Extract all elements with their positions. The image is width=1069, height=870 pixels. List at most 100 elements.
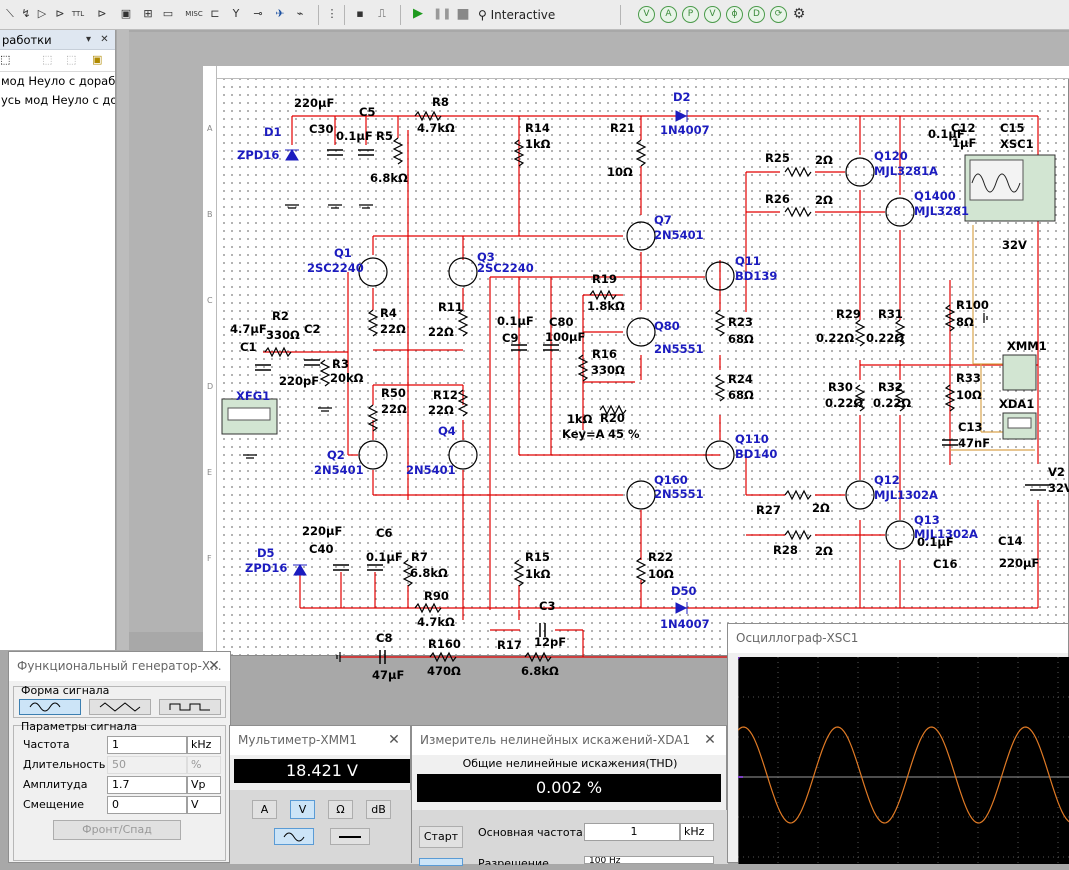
component-label[interactable]: Q120 <box>874 150 908 163</box>
component-label[interactable]: R31 <box>878 308 903 321</box>
component-label[interactable]: R23 <box>728 316 753 329</box>
component-label[interactable]: 10Ω <box>956 389 982 402</box>
component-label[interactable]: 470Ω <box>427 665 461 678</box>
rise-fall-button[interactable]: Фронт/Спад <box>53 820 181 840</box>
component-label[interactable]: R15 <box>525 551 550 564</box>
component-label[interactable]: 2SC2240 <box>477 262 534 275</box>
component-label[interactable]: R24 <box>728 373 753 386</box>
oscilloscope-title[interactable]: Осциллограф-XSC1 <box>728 624 1068 653</box>
component-label[interactable]: R19 <box>592 273 617 286</box>
component-label[interactable]: 1kΩ <box>567 413 592 426</box>
component-label[interactable]: R32 <box>878 381 903 394</box>
component-label[interactable]: Q7 <box>654 214 672 227</box>
component-label[interactable]: R90 <box>424 590 449 603</box>
component-label[interactable]: C13 <box>958 421 982 434</box>
frequency-unit-select[interactable]: kHz <box>187 736 221 754</box>
component-label[interactable]: C16 <box>933 558 957 571</box>
component-label[interactable]: 47nF <box>958 437 990 450</box>
amplitude-unit-select[interactable]: Vp <box>187 776 221 794</box>
component-label[interactable]: C40 <box>309 543 333 556</box>
dc-button[interactable] <box>330 828 370 845</box>
component-label[interactable]: BD140 <box>735 448 777 461</box>
component-label[interactable]: R20 <box>600 412 625 425</box>
component-label[interactable]: 1kΩ <box>525 138 550 151</box>
component-label[interactable]: MJL1302A <box>874 489 938 502</box>
component-label[interactable]: 6.8kΩ <box>370 172 408 185</box>
component-label[interactable]: 0.22Ω <box>816 332 854 345</box>
component-label[interactable]: 0.1µF <box>336 130 373 143</box>
component-label[interactable]: 22Ω <box>380 323 406 336</box>
component-label[interactable]: Q2 <box>327 449 345 462</box>
offset-unit-select[interactable]: V <box>187 796 221 814</box>
component-label[interactable]: R8 <box>432 96 449 109</box>
component-label[interactable]: 4.7kΩ <box>417 122 455 135</box>
component-label[interactable]: 68Ω <box>728 333 754 346</box>
square-wave-button[interactable] <box>159 699 221 715</box>
component-label[interactable]: 2N5401 <box>654 229 704 242</box>
component-label[interactable]: 2Ω <box>815 194 833 207</box>
component-label[interactable]: MJL3281 <box>914 205 969 218</box>
close-icon[interactable]: ✕ <box>386 732 402 748</box>
component-label[interactable]: 45 % <box>608 428 640 441</box>
duty-input[interactable]: 50 <box>107 756 187 774</box>
component-label[interactable]: 2N5401 <box>314 464 364 477</box>
component-label[interactable]: R27 <box>756 504 781 517</box>
component-label[interactable]: 2N5551 <box>654 488 704 501</box>
component-label[interactable]: C9 <box>502 332 518 345</box>
ac-button[interactable] <box>274 828 314 845</box>
component-label[interactable]: R21 <box>610 122 635 135</box>
component-label[interactable]: 22Ω <box>428 326 454 339</box>
component-label[interactable]: 220µF <box>294 97 334 110</box>
component-label[interactable]: Q80 <box>654 320 680 333</box>
component-label[interactable]: C1 <box>240 341 256 354</box>
component-label[interactable]: ZPD16 <box>237 149 279 162</box>
component-label[interactable]: Q110 <box>735 433 769 446</box>
component-label[interactable]: 0.22Ω <box>873 397 911 410</box>
component-label[interactable]: C15 <box>1000 122 1024 135</box>
mode-db-button[interactable]: dB <box>366 800 391 819</box>
component-label[interactable]: Q11 <box>735 255 761 268</box>
component-label[interactable]: C3 <box>539 600 555 613</box>
component-label[interactable]: C12 <box>951 122 975 135</box>
component-label[interactable]: XSC1 <box>1000 138 1034 151</box>
component-label[interactable]: Q4 <box>438 425 456 438</box>
component-label[interactable]: 1.8kΩ <box>587 300 625 313</box>
component-label[interactable]: Q160 <box>654 474 688 487</box>
mode-a-button[interactable]: A <box>252 800 277 819</box>
stop-button[interactable] <box>419 858 463 866</box>
component-label[interactable]: 1N4007 <box>660 124 710 137</box>
component-label[interactable]: 32V <box>1002 239 1027 252</box>
component-label[interactable]: 10Ω <box>607 166 633 179</box>
component-label[interactable]: R50 <box>381 387 406 400</box>
component-label[interactable]: 0.22Ω <box>825 397 863 410</box>
component-label[interactable]: 20kΩ <box>330 372 363 385</box>
component-label[interactable]: 8Ω <box>956 316 974 329</box>
component-label[interactable]: 220µF <box>302 525 342 538</box>
component-label[interactable]: 220pF <box>279 375 319 388</box>
component-label[interactable]: 0.22Ω <box>866 332 904 345</box>
component-label[interactable]: XMM1 <box>1007 340 1047 353</box>
component-label[interactable]: C6 <box>376 527 392 540</box>
component-label[interactable]: R17 <box>497 639 522 652</box>
component-label[interactable]: 12pF <box>534 636 566 649</box>
component-label[interactable]: 0.1µF <box>917 536 954 549</box>
component-label[interactable]: 2Ω <box>815 154 833 167</box>
component-label[interactable]: R26 <box>765 193 790 206</box>
triangle-wave-button[interactable] <box>89 699 151 715</box>
component-label[interactable]: 330Ω <box>266 329 300 342</box>
component-label[interactable]: C5 <box>359 106 375 119</box>
fundamental-input[interactable]: 1 <box>584 823 680 841</box>
component-label[interactable]: C2 <box>304 323 320 336</box>
component-label[interactable]: R7 <box>411 551 428 564</box>
frequency-input[interactable]: 1 <box>107 736 187 754</box>
component-label[interactable]: 2Ω <box>815 545 833 558</box>
component-label[interactable]: 0.1µF <box>366 551 403 564</box>
component-label[interactable]: C30 <box>309 123 333 136</box>
component-label[interactable]: R33 <box>956 372 981 385</box>
component-label[interactable]: R22 <box>648 551 673 564</box>
component-label[interactable]: V2 <box>1048 466 1065 479</box>
component-label[interactable]: 32V <box>1048 482 1069 495</box>
component-label[interactable]: 2Ω <box>812 502 830 515</box>
component-label[interactable]: 47µF <box>372 669 404 682</box>
sine-wave-button[interactable] <box>19 699 81 715</box>
